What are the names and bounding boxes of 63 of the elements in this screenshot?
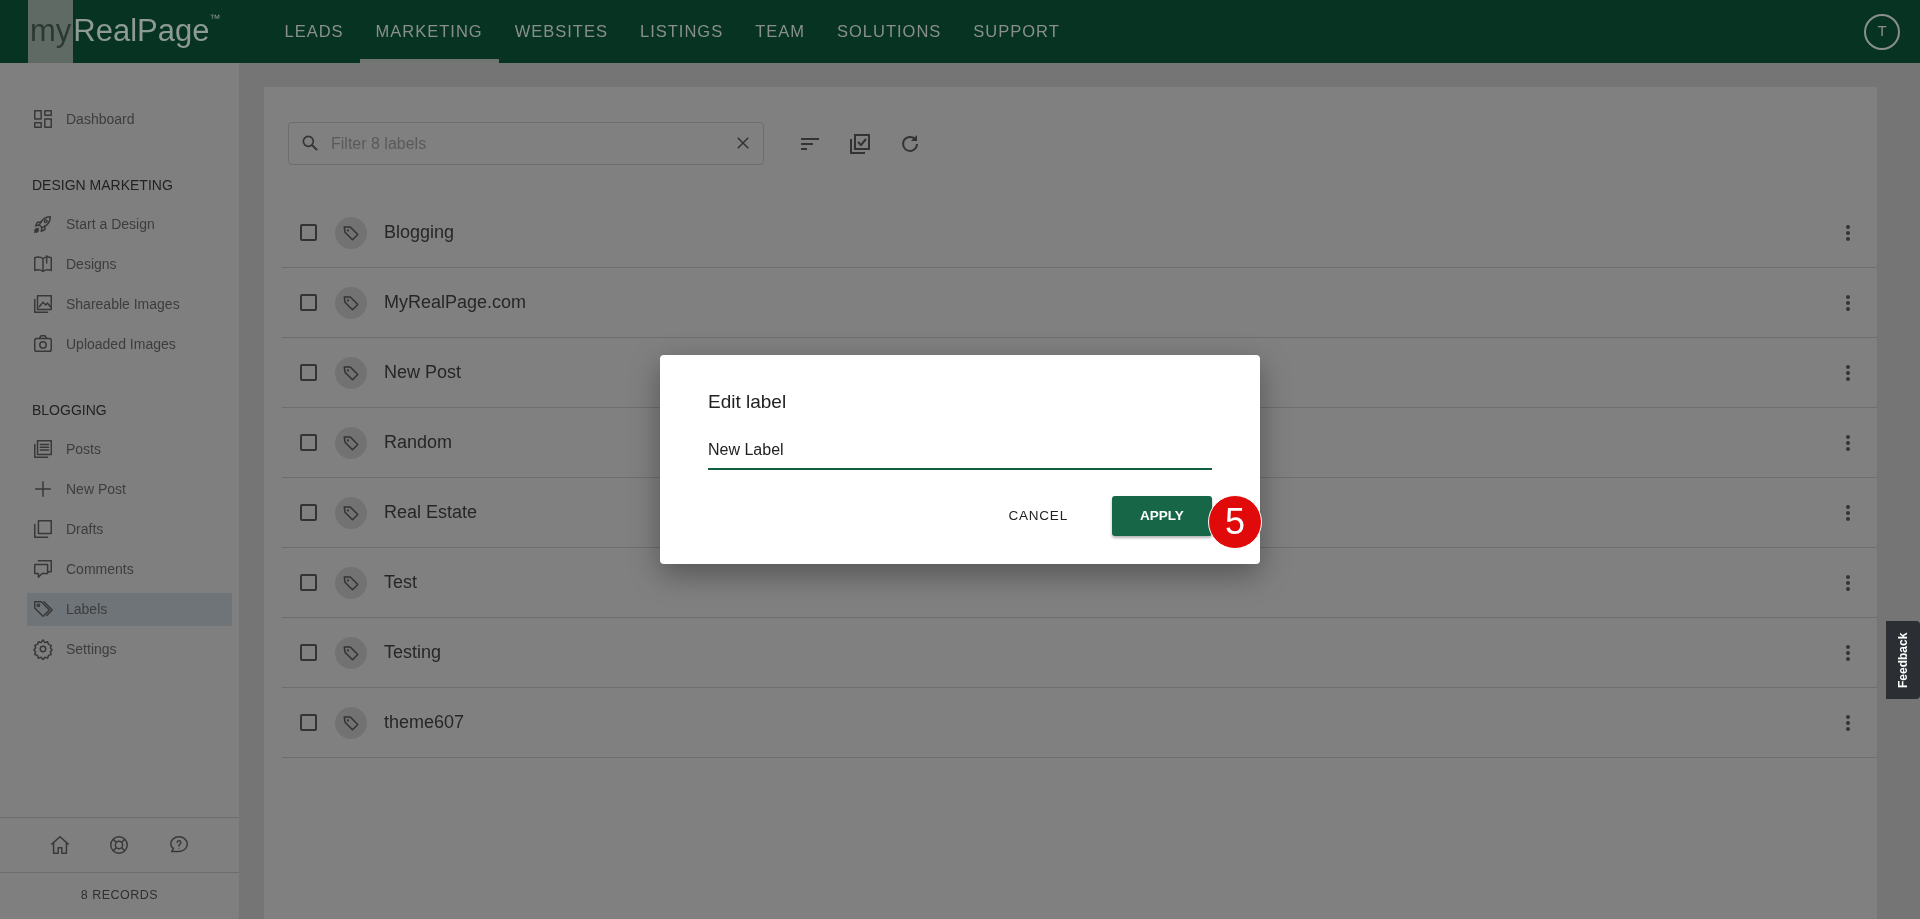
tag-icon <box>335 496 367 529</box>
sidebar-item[interactable]: Comments <box>0 552 229 586</box>
dashboard-icon <box>32 108 54 130</box>
checkbox[interactable] <box>300 224 317 241</box>
nav-tab[interactable]: LEADS <box>268 0 360 63</box>
label-name: New Post <box>384 361 462 384</box>
nav-tab[interactable]: TEAM <box>739 0 821 63</box>
cancel-button[interactable]: CANCEL <box>1000 497 1076 535</box>
search-icon <box>300 133 320 153</box>
nav-tab[interactable]: WEBSITES <box>498 0 624 63</box>
label-name: Real Estate <box>384 501 478 524</box>
sidebar-item[interactable]: Posts <box>0 432 229 466</box>
camera-icon <box>32 333 54 355</box>
nav-tab[interactable]: SOLUTIONS <box>821 0 958 63</box>
tag-icon <box>335 566 367 599</box>
label-name: MyRealPage.com <box>384 291 527 314</box>
section-heading: DESIGN MARKETING <box>31 176 174 195</box>
checkbox[interactable] <box>300 294 317 311</box>
checkbox[interactable] <box>300 504 317 521</box>
sidebar-item[interactable]: Uploaded Images <box>0 327 229 361</box>
checkbox[interactable] <box>300 434 317 451</box>
sidebar-item[interactable]: Dashboard <box>0 102 229 136</box>
label-name: Test <box>384 571 417 594</box>
label-name: Random <box>384 431 453 454</box>
avatar[interactable]: T <box>1864 13 1900 50</box>
book-icon <box>32 253 54 275</box>
checkbox[interactable] <box>300 364 317 381</box>
settings-icon <box>32 638 54 660</box>
section-heading: BLOGGING <box>31 401 108 420</box>
sidebar-item[interactable]: Labels <box>27 592 232 626</box>
checkbox[interactable] <box>300 574 317 591</box>
plus-icon <box>32 478 54 500</box>
label-name: theme607 <box>384 711 465 734</box>
tag-icon <box>335 286 367 319</box>
feedback-tab[interactable]: Feedback <box>1886 621 1920 699</box>
sidebar-item[interactable]: Shareable Images <box>0 287 229 321</box>
images-icon <box>32 293 54 315</box>
nav-tab[interactable]: LISTINGS <box>623 0 740 63</box>
comments-icon <box>32 558 54 580</box>
tag-icon <box>335 216 367 249</box>
clear-icon[interactable] <box>734 134 752 152</box>
label-name: Testing <box>384 641 442 664</box>
dialog-title: Edit label <box>708 391 788 414</box>
label-name: Blogging <box>384 221 455 244</box>
tags-icon <box>32 598 54 620</box>
tag-icon <box>335 426 367 459</box>
sidebar-item[interactable]: Start a Design <box>0 207 229 241</box>
sidebar-item[interactable]: Drafts <box>0 512 229 546</box>
checkbox[interactable] <box>300 644 317 661</box>
record-count: 8 RECORDS <box>79 887 160 905</box>
sidebar-item[interactable]: Designs <box>0 247 229 281</box>
tag-icon <box>335 636 367 669</box>
sidebar-item[interactable]: New Post <box>0 472 229 506</box>
checkbox[interactable] <box>300 714 317 731</box>
apply-button[interactable]: APPLY <box>1112 495 1212 537</box>
rocket-icon <box>32 213 54 235</box>
nav-tab[interactable]: SUPPORT <box>957 0 1076 63</box>
tag-icon <box>335 706 367 739</box>
nav-tab[interactable]: MARKETING <box>359 0 499 63</box>
sidebar-item[interactable]: Settings <box>0 632 229 666</box>
drafts-icon <box>32 518 54 540</box>
posts-icon <box>32 438 54 460</box>
tag-icon <box>335 356 367 389</box>
